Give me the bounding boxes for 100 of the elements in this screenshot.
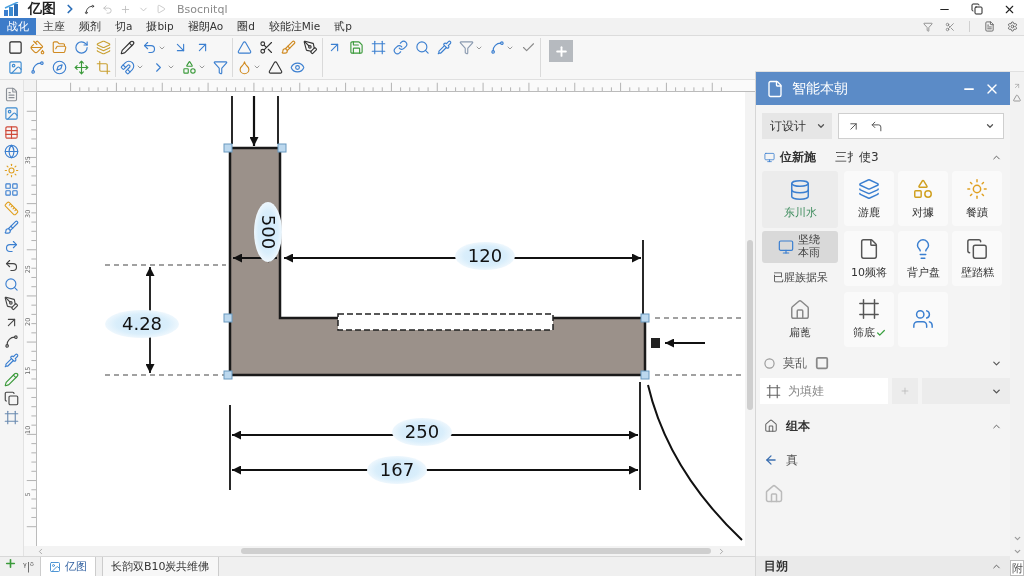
panel-scrollbar[interactable]: 附 [1010, 72, 1024, 576]
hash-icon[interactable] [858, 298, 880, 321]
menu-tab[interactable]: 摄bip [139, 18, 181, 35]
sun-icon[interactable] [966, 177, 988, 200]
file-icon[interactable] [858, 237, 880, 260]
undo-icon[interactable] [4, 258, 19, 273]
page-icon[interactable] [48, 560, 61, 573]
house-icon[interactable] [764, 419, 778, 433]
monitor-icon[interactable] [764, 151, 775, 163]
funnel-icon[interactable] [923, 21, 933, 32]
add-page-icon[interactable] [4, 557, 17, 570]
pipette-icon[interactable] [4, 353, 19, 368]
selection-handle[interactable] [223, 313, 233, 323]
menu-tab[interactable]: 圈d [230, 18, 262, 35]
scroll-right-icon[interactable] [717, 546, 726, 556]
redo-icon[interactable] [4, 239, 19, 254]
layers-icon[interactable] [858, 177, 880, 200]
users-icon[interactable] [912, 308, 934, 331]
menu-tab[interactable]: 甙p [327, 18, 359, 35]
scrollbar-button[interactable]: 附 [1010, 560, 1024, 576]
shape-tile[interactable]: 对據 [898, 171, 948, 226]
caret-icon[interactable] [816, 121, 826, 131]
shape-item[interactable]: 东川水 [762, 171, 838, 228]
shape-tile[interactable]: 壁踏糕 [952, 231, 1002, 287]
house-icon[interactable] [789, 299, 811, 321]
image-icon[interactable] [4, 106, 19, 121]
selection-handle[interactable] [640, 313, 650, 323]
pipette-icon[interactable] [437, 40, 452, 56]
shape-item[interactable]: 已腥族据呆 [762, 266, 838, 288]
document-icon[interactable] [4, 87, 19, 102]
square-icon[interactable] [8, 40, 23, 56]
menu-tab[interactable]: 切a [108, 18, 140, 35]
sun-icon[interactable] [4, 163, 19, 178]
table-icon[interactable] [4, 125, 19, 140]
pen-icon[interactable] [303, 40, 318, 56]
caret-icon[interactable] [985, 121, 995, 131]
paint-bucket-icon[interactable] [30, 40, 45, 56]
funnel-icon[interactable] [459, 40, 474, 56]
ruler-icon[interactable] [4, 201, 19, 216]
search-icon[interactable] [415, 40, 430, 56]
copy-icon[interactable] [966, 237, 988, 260]
folder-icon[interactable] [52, 40, 67, 56]
back-item-label[interactable]: 真 [786, 451, 798, 469]
brush-icon[interactable] [4, 220, 19, 235]
rotate-icon[interactable] [74, 40, 89, 56]
corner-arrow-icon[interactable] [870, 119, 883, 133]
monitor-icon[interactable] [777, 239, 794, 255]
shapes-icon[interactable] [182, 59, 197, 75]
shape-tile[interactable]: 筛底 [844, 291, 894, 347]
style-combo-field[interactable] [838, 113, 1004, 139]
curve-icon[interactable] [30, 59, 45, 75]
magnet-icon[interactable] [120, 59, 135, 75]
link-icon[interactable] [393, 40, 408, 56]
scroll-thumb[interactable] [747, 240, 753, 410]
image-icon[interactable] [8, 59, 23, 75]
selection-handle[interactable] [640, 370, 650, 380]
selection-handle[interactable] [223, 143, 233, 153]
shape-tile[interactable]: 10频将 [844, 231, 894, 287]
menu-tab[interactable]: 频剂 [72, 18, 108, 35]
design-dropdown[interactable]: 订设计 [762, 113, 832, 139]
shape-tile[interactable] [898, 291, 948, 347]
pen-icon[interactable] [4, 296, 19, 311]
move-icon[interactable] [74, 59, 89, 75]
menu-tab[interactable]: 战化 [0, 18, 36, 35]
back-arrow-icon[interactable] [764, 453, 778, 467]
selection-handle[interactable] [223, 370, 233, 380]
shape-item[interactable]: 扁蓖 [762, 291, 838, 348]
menu-tab[interactable]: 较能注Mie [261, 18, 328, 35]
selection-handle[interactable] [277, 143, 287, 153]
square-icon[interactable] [815, 356, 829, 370]
curve-icon[interactable] [84, 3, 95, 15]
eye-icon[interactable] [290, 59, 305, 75]
curve-icon[interactable] [4, 334, 19, 349]
globe-icon[interactable] [4, 144, 19, 159]
disc-icon[interactable] [764, 357, 775, 369]
shape-item[interactable]: 坚绕本雨 [762, 231, 838, 263]
database-icon[interactable] [789, 179, 811, 201]
scissors-icon[interactable] [259, 40, 274, 56]
grid-icon[interactable] [4, 182, 19, 197]
hash-icon[interactable] [371, 40, 386, 56]
vertical-scrollbar[interactable] [745, 92, 755, 546]
droplet-icon[interactable] [237, 59, 252, 75]
triangle-icon[interactable] [268, 59, 283, 75]
settings-icon[interactable] [1007, 21, 1018, 32]
pencil-icon[interactable] [120, 40, 135, 56]
undo-icon[interactable] [142, 40, 157, 56]
shape-tile[interactable]: 餐蹟 [952, 171, 1002, 226]
document-icon[interactable] [984, 21, 995, 32]
slot-rectangle[interactable] [337, 313, 554, 331]
page-tab[interactable]: 亿图 [39, 557, 96, 576]
search-field[interactable]: 为填娃 [760, 378, 888, 404]
shapes-icon[interactable] [912, 177, 934, 200]
menu-tab[interactable]: 主座 [36, 18, 72, 35]
crop-icon[interactable] [96, 59, 111, 75]
dropdown-field[interactable] [922, 378, 1010, 404]
horizontal-scrollbar[interactable] [24, 546, 755, 556]
scroll-left-icon[interactable] [36, 546, 45, 556]
compass-icon[interactable] [52, 59, 67, 75]
shape-tile[interactable]: 背户盘 [898, 231, 948, 287]
scroll-thumb[interactable] [241, 548, 711, 554]
